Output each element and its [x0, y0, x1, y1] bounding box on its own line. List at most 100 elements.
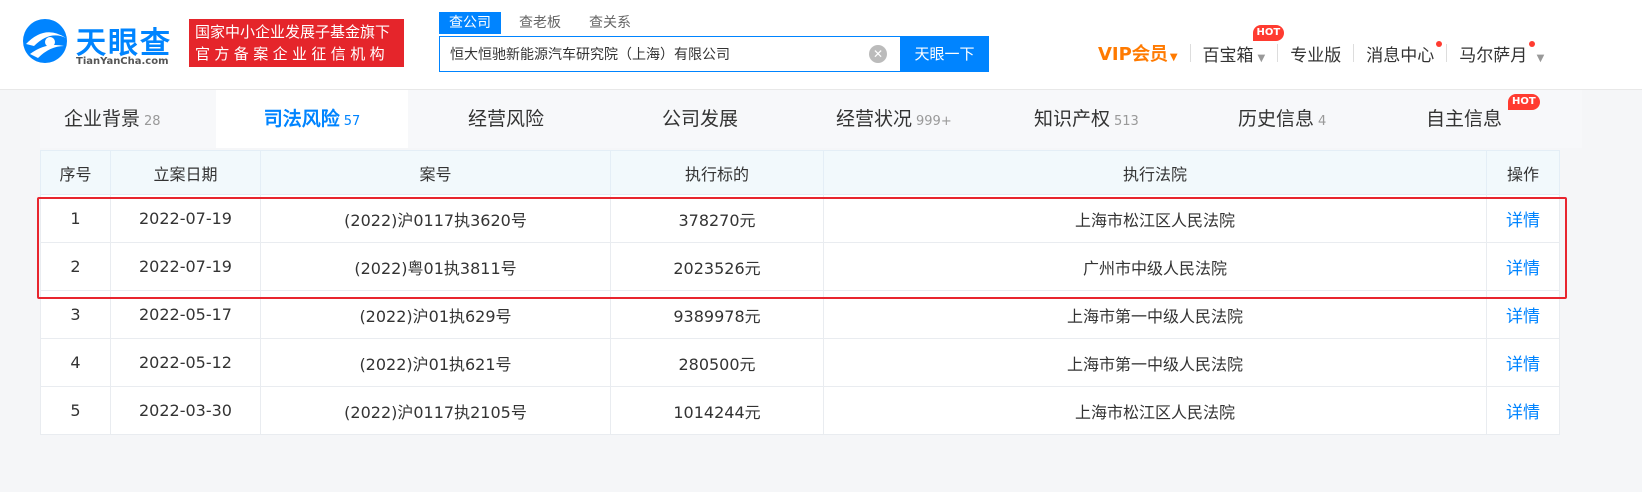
cell-index: 3 — [40, 290, 111, 339]
cell-court: 上海市第一中级人民法院 — [823, 290, 1487, 339]
divider — [1189, 44, 1191, 62]
tab-label: 经营状况 — [836, 108, 913, 130]
hot-badge: HOT — [1508, 94, 1540, 110]
cell-index: 1 — [40, 194, 111, 243]
cell-date: 2022-07-19 — [110, 194, 261, 243]
table-row: 3 2022-05-17 (2022)沪01执629号 9389978元 上海市… — [40, 290, 1560, 339]
cell-court: 上海市松江区人民法院 — [823, 194, 1487, 243]
cell-case: (2022)粤01执3811号 — [260, 242, 611, 291]
details-link[interactable]: 详情 — [1486, 194, 1560, 243]
pro-version-link[interactable]: 专业版 — [1290, 41, 1341, 66]
tab-count: 57 — [343, 114, 361, 129]
details-link[interactable]: 详情 — [1486, 242, 1560, 291]
search-button[interactable]: 天眼一下 — [900, 36, 989, 72]
tab-intellectual-property[interactable]: 知识产权 513 — [1034, 90, 1139, 148]
vip-menu[interactable]: VIP会员 ▼ — [1098, 40, 1178, 66]
toolbox-label: 百宝箱 — [1202, 45, 1254, 66]
tab-label: 司法风险 — [263, 108, 340, 130]
enforcement-table: 序号 立案日期 案号 执行标的 执行法院 操作 1 2022-07-19 (20… — [40, 150, 1560, 435]
search-box: ✕ — [439, 36, 901, 72]
tab-count: 4 — [1318, 114, 1327, 129]
tab-label: 经营风险 — [468, 108, 545, 130]
cell-amount: 280500元 — [610, 338, 824, 387]
tab-judicial-risk[interactable]: 司法风险 57 — [216, 90, 408, 148]
site-logo[interactable]: 天眼查 TianYanCha.com — [20, 16, 170, 72]
top-nav: VIP会员 ▼ 百宝箱 ▼ HOT 专业版 消息中心 马尔萨月 ▼ — [1098, 24, 1545, 68]
details-link[interactable]: 详情 — [1486, 290, 1560, 339]
divider — [1277, 44, 1279, 62]
tab-count: 513 — [1114, 114, 1139, 129]
tab-history[interactable]: 历史信息 4 — [1238, 90, 1326, 148]
unread-dot — [1436, 40, 1443, 47]
header-action: 操作 — [1486, 150, 1560, 195]
logo-text-en: TianYanCha.com — [76, 56, 169, 67]
tab-count: 28 — [144, 114, 161, 129]
cell-amount: 378270元 — [610, 194, 824, 243]
tab-label: 知识产权 — [1034, 108, 1111, 130]
table-header-row: 序号 立案日期 案号 执行标的 执行法院 操作 — [40, 150, 1560, 195]
tab-search-company[interactable]: 查公司 — [439, 12, 501, 34]
tab-label: 历史信息 — [1238, 108, 1315, 130]
details-link[interactable]: 详情 — [1486, 386, 1560, 435]
table-row: 5 2022-03-30 (2022)沪0117执2105号 1014244元 … — [40, 386, 1560, 435]
header-court: 执行法院 — [823, 150, 1487, 195]
chevron-down-icon: ▼ — [1536, 52, 1545, 64]
search-type-tabs: 查公司 查老板 查关系 — [439, 12, 649, 34]
cell-case: (2022)沪0117执2105号 — [260, 386, 611, 435]
cell-date: 2022-05-17 — [110, 290, 261, 339]
cell-case: (2022)沪0117执3620号 — [260, 194, 611, 243]
tab-company-development[interactable]: 公司发展 — [662, 90, 738, 148]
cell-index: 5 — [40, 386, 111, 435]
vip-label: VIP会员 — [1098, 44, 1168, 65]
search-input[interactable] — [440, 37, 860, 71]
tab-count: 999+ — [916, 114, 952, 129]
logo-eye-icon — [23, 19, 67, 63]
table-row: 2 2022-07-19 (2022)粤01执3811号 2023526元 广州… — [40, 242, 1560, 291]
cell-date: 2022-05-12 — [110, 338, 261, 387]
header-amount: 执行标的 — [610, 150, 824, 195]
tab-label: 企业背景 — [64, 108, 141, 130]
tab-enterprise-background[interactable]: 企业背景 28 — [64, 90, 161, 148]
user-menu[interactable]: 马尔萨月 ▼ — [1459, 40, 1545, 66]
cell-date: 2022-03-30 — [110, 386, 261, 435]
cell-amount: 9389978元 — [610, 290, 824, 339]
cell-court: 广州市中级人民法院 — [823, 242, 1487, 291]
cell-case: (2022)沪01执621号 — [260, 338, 611, 387]
banner-line-1: 国家中小企业发展子基金旗下 — [195, 23, 391, 41]
username: 马尔萨月 — [1459, 45, 1528, 66]
header-index: 序号 — [40, 150, 111, 195]
chevron-down-icon: ▼ — [1169, 52, 1178, 63]
top-header: 天眼查 TianYanCha.com 国家中小企业发展子基金旗下 官方备案企业征… — [0, 0, 1642, 90]
tab-operating-status[interactable]: 经营状况 999+ — [836, 90, 952, 148]
cell-date: 2022-07-19 — [110, 242, 261, 291]
toolbox-menu[interactable]: 百宝箱 ▼ HOT — [1202, 24, 1285, 66]
tab-label: 公司发展 — [662, 108, 739, 130]
header-filing-date: 立案日期 — [110, 150, 261, 195]
details-link[interactable]: 详情 — [1486, 338, 1560, 387]
tab-search-boss[interactable]: 查老板 — [509, 12, 571, 34]
cell-amount: 2023526元 — [610, 242, 824, 291]
cell-court: 上海市第一中级人民法院 — [823, 338, 1487, 387]
clear-icon[interactable]: ✕ — [869, 45, 887, 63]
tab-self-info[interactable]: 自主信息 HOT — [1426, 90, 1540, 148]
cell-amount: 1014244元 — [610, 386, 824, 435]
cell-index: 2 — [40, 242, 111, 291]
chevron-down-icon: ▼ — [1257, 52, 1266, 64]
table-row: 4 2022-05-12 (2022)沪01执621号 280500元 上海市第… — [40, 338, 1560, 387]
messages-link[interactable]: 消息中心 — [1366, 40, 1443, 66]
messages-label: 消息中心 — [1366, 45, 1435, 66]
tab-search-relation[interactable]: 查关系 — [579, 12, 641, 34]
cell-index: 4 — [40, 338, 111, 387]
enforcement-table-wrapper: 序号 立案日期 案号 执行标的 执行法院 操作 1 2022-07-19 (20… — [40, 150, 1560, 435]
module-tabs: 企业背景 28 司法风险 57 经营风险 公司发展 经营状况 999+ 知识产权 513… — [40, 90, 1582, 148]
cell-court: 上海市松江区人民法院 — [823, 386, 1487, 435]
divider — [1446, 44, 1448, 62]
tab-label: 自主信息 — [1426, 108, 1503, 130]
tab-operating-risk[interactable]: 经营风险 — [468, 90, 544, 148]
official-banner: 国家中小企业发展子基金旗下 官方备案企业征信机构 — [189, 19, 404, 67]
header-case-number: 案号 — [260, 150, 611, 195]
divider — [1353, 44, 1355, 62]
hot-badge: HOT — [1252, 24, 1285, 41]
table-row: 1 2022-07-19 (2022)沪0117执3620号 378270元 上… — [40, 194, 1560, 243]
unread-dot — [1529, 40, 1536, 47]
